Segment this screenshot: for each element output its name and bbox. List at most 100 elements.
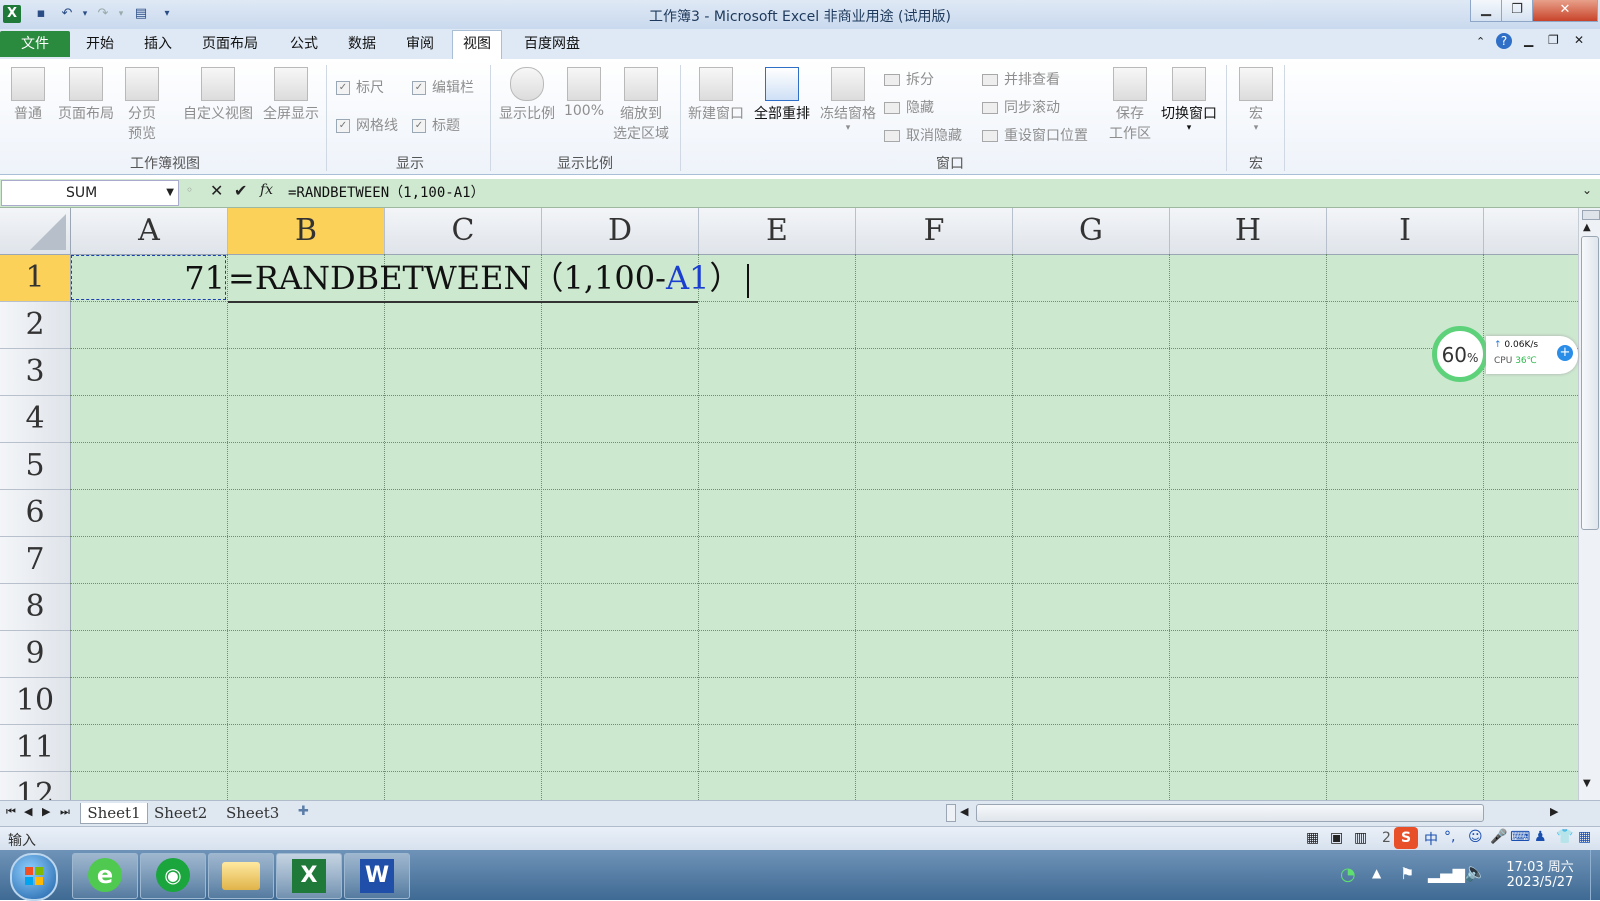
workbook-minimize-icon[interactable]: ▁ xyxy=(1524,33,1533,47)
insert-function-icon[interactable]: fx xyxy=(260,182,273,198)
tab-formulas[interactable]: 公式 xyxy=(280,31,328,57)
switch-windows-button[interactable]: 切换窗口 ▾ xyxy=(1156,61,1222,133)
page-break-preview-button[interactable]: 分页 预览 xyxy=(122,61,162,143)
ime-skin-icon[interactable]: 👕 xyxy=(1556,829,1573,845)
tray-clock[interactable]: 17:03 周六 2023/5/27 xyxy=(1500,856,1580,890)
worksheet-grid[interactable]: A B C D E F G H I 1 2 3 4 5 6 7 8 9 10 1… xyxy=(0,208,1578,800)
tab-insert[interactable]: 插入 xyxy=(134,31,182,57)
scroll-right-icon[interactable]: ▶ xyxy=(1550,805,1558,818)
taskbar-wifi-app-button[interactable]: ◉ xyxy=(140,853,206,899)
page-layout-view-button[interactable]: 页面布局 xyxy=(54,61,118,123)
sheet-tab-sheet1[interactable]: Sheet1 xyxy=(80,803,148,824)
tab-home[interactable]: 开始 xyxy=(76,31,124,57)
column-header-d[interactable]: D xyxy=(542,208,699,255)
formula-bar-checkbox[interactable]: ✓ 编辑栏 xyxy=(412,77,474,97)
row-header-12[interactable]: 12 xyxy=(0,772,71,800)
tray-wifi-icon[interactable]: ◔ xyxy=(1340,864,1356,885)
reset-window-position-button[interactable]: 重设窗口位置 xyxy=(982,125,1088,145)
row-header-9[interactable]: 9 xyxy=(0,631,71,678)
column-header-g[interactable]: G xyxy=(1013,208,1170,255)
view-side-by-side-button[interactable]: 并排查看 xyxy=(982,69,1060,89)
scroll-up-icon[interactable]: ▲ xyxy=(1583,222,1591,233)
last-sheet-icon[interactable]: ⏭ xyxy=(60,805,70,819)
workbook-restore-icon[interactable]: ❐ xyxy=(1548,33,1559,47)
unhide-button[interactable]: 取消隐藏 xyxy=(884,125,962,145)
help-icon[interactable]: ? xyxy=(1496,33,1512,49)
close-button[interactable]: ✕ xyxy=(1532,0,1598,22)
ime-emoji-icon[interactable]: ☺ xyxy=(1468,829,1483,845)
vertical-scroll-thumb[interactable] xyxy=(1581,236,1599,530)
tray-show-hidden-icon[interactable]: ▲ xyxy=(1372,866,1381,880)
arrange-all-button[interactable]: 全部重排 xyxy=(750,61,814,123)
tab-baidu-netdisk[interactable]: 百度网盘 xyxy=(514,31,590,57)
sheet-tab-sheet2[interactable]: Sheet2 xyxy=(154,803,207,823)
row-header-4[interactable]: 4 xyxy=(0,396,71,443)
row-header-8[interactable]: 8 xyxy=(0,584,71,631)
collapse-ribbon-icon[interactable]: ⌃ xyxy=(1476,35,1485,48)
column-header-a[interactable]: A xyxy=(71,208,228,255)
select-all-corner[interactable] xyxy=(0,208,71,255)
row-header-3[interactable]: 3 xyxy=(0,349,71,396)
tab-page-layout[interactable]: 页面布局 xyxy=(192,31,268,57)
column-header-c[interactable]: C xyxy=(385,208,542,255)
minimize-button[interactable]: ▁ xyxy=(1470,0,1502,22)
sheet-tab-sheet3[interactable]: Sheet3 xyxy=(226,803,279,823)
tray-volume-icon[interactable]: 🔈 xyxy=(1464,862,1486,883)
column-header-i[interactable]: I xyxy=(1327,208,1484,255)
insert-sheet-icon[interactable]: ✚ xyxy=(298,804,309,819)
split-button[interactable]: 拆分 xyxy=(884,69,934,89)
synchronous-scrolling-button[interactable]: 同步滚动 xyxy=(982,97,1060,117)
save-workspace-button[interactable]: 保存 工作区 xyxy=(1104,61,1156,143)
restore-button[interactable]: ❐ xyxy=(1501,0,1533,22)
taskbar-word-button[interactable]: W xyxy=(344,853,410,899)
normal-view-icon[interactable]: ▦ xyxy=(1306,830,1319,846)
column-header-e[interactable]: E xyxy=(699,208,856,255)
vertical-scrollbar[interactable]: ▲ ▼ xyxy=(1578,208,1600,800)
new-window-button[interactable]: 新建窗口 xyxy=(684,61,748,123)
cpu-usage-gauge[interactable]: 60% xyxy=(1432,326,1488,382)
row-header-2[interactable]: 2 xyxy=(0,302,71,349)
tab-split-handle[interactable] xyxy=(946,804,956,822)
workbook-close-icon[interactable]: ✕ xyxy=(1574,33,1584,47)
ime-user-icon[interactable]: ♟ xyxy=(1534,829,1547,845)
column-header-h[interactable]: H xyxy=(1170,208,1327,255)
taskbar-explorer-button[interactable] xyxy=(208,853,274,899)
ruler-checkbox[interactable]: ✓ 标尺 xyxy=(336,77,384,97)
cancel-entry-icon[interactable]: ✕ xyxy=(210,181,223,200)
start-button[interactable] xyxy=(10,853,58,901)
column-header-b[interactable]: B xyxy=(228,208,385,255)
tab-view[interactable]: 视图 xyxy=(452,30,502,60)
next-sheet-icon[interactable]: ▶ xyxy=(42,805,50,818)
sogou-ime-icon[interactable]: S xyxy=(1394,827,1418,849)
row-header-10[interactable]: 10 xyxy=(0,678,71,725)
formula-input[interactable]: =RANDBETWEEN（1,100-A1） xyxy=(288,181,485,205)
zoom-100-button[interactable]: 100% xyxy=(562,61,606,119)
taskbar-excel-button[interactable]: X xyxy=(276,853,342,899)
ime-punctuation-icon[interactable]: °, xyxy=(1444,829,1455,845)
name-box[interactable]: SUM ▼ xyxy=(1,180,179,206)
normal-view-button[interactable]: 普通 xyxy=(6,61,50,123)
zoom-button[interactable]: 显示比例 xyxy=(494,61,560,123)
row-header-7[interactable]: 7 xyxy=(0,537,71,584)
ime-menu-icon[interactable]: ▦ xyxy=(1578,829,1591,845)
row-header-11[interactable]: 11 xyxy=(0,725,71,772)
custom-views-button[interactable]: 自定义视图 xyxy=(178,61,258,123)
tab-data[interactable]: 数据 xyxy=(338,31,386,57)
plus-icon[interactable]: + xyxy=(1557,345,1573,361)
cell-b1-editor[interactable]: =RANDBETWEEN（1,100-A1） xyxy=(228,255,750,303)
ime-chinese-icon[interactable]: 中 xyxy=(1424,829,1438,849)
name-box-dropdown-icon[interactable]: ▼ xyxy=(166,181,174,205)
page-layout-view-icon[interactable]: ▣ xyxy=(1330,830,1343,846)
ime-keyboard-icon[interactable]: ⌨ xyxy=(1510,829,1530,845)
headings-checkbox[interactable]: ✓ 标题 xyxy=(412,115,460,135)
system-monitor-widget[interactable]: 60% ↑ 0.06K/s CPU 36℃ + xyxy=(1432,326,1582,386)
row-header-1[interactable]: 1 xyxy=(0,255,71,302)
page-break-preview-icon[interactable]: ▥ xyxy=(1354,830,1367,846)
macros-button[interactable]: 宏 ▾ xyxy=(1232,61,1280,133)
taskbar-ie-button[interactable]: e xyxy=(72,853,138,899)
row-header-6[interactable]: 6 xyxy=(0,490,71,537)
gridlines-checkbox[interactable]: ✓ 网格线 xyxy=(336,115,398,135)
split-box[interactable] xyxy=(1582,210,1600,220)
zoom-to-selection-button[interactable]: 缩放到 选定区域 xyxy=(608,61,674,143)
full-screen-button[interactable]: 全屏显示 xyxy=(258,61,324,123)
